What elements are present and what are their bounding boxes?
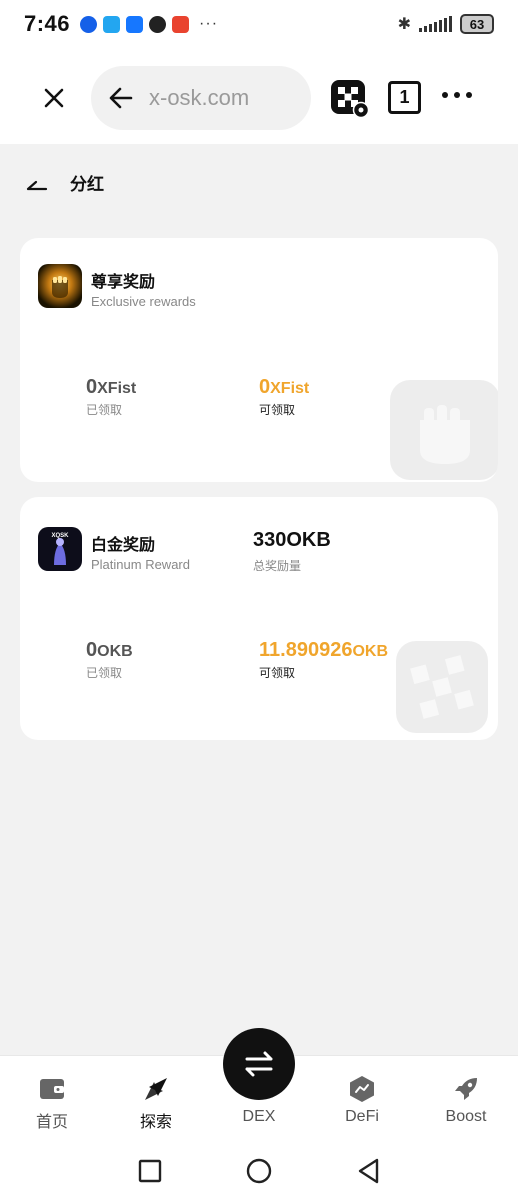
nav-label: 探索 [139, 1114, 172, 1131]
url-text[interactable]: x-osk.com [149, 85, 249, 111]
swap-icon [245, 1051, 273, 1077]
status-app-icons: ··· [80, 15, 218, 33]
signal-icon [419, 16, 452, 32]
nav-item-home[interactable]: 首页 [12, 1074, 92, 1132]
nav-item-explore[interactable]: 探索 [116, 1074, 196, 1132]
bank-app-icon [172, 15, 190, 33]
home-circle-icon[interactable] [245, 1157, 273, 1185]
wallet-icon [40, 1079, 64, 1099]
claimed-label: 已领取 [86, 666, 123, 680]
platinum-reward-card: XQSK 白金奖励 Platinum Reward 330OKB 总奖励量 0O… [20, 497, 498, 740]
rocket-icon [455, 1078, 477, 1100]
battery-icon: 63 [460, 14, 494, 34]
close-icon[interactable] [40, 84, 68, 112]
okx-logo-icon[interactable] [331, 80, 369, 118]
alipay-app-icon [126, 15, 144, 33]
page-title: 分红 [70, 175, 104, 194]
exclusive-rewards-card: 尊享奖励 Exclusive rewards 0XFist 已领取 0XFist… [20, 238, 498, 482]
arrow-left-icon[interactable] [107, 84, 135, 112]
card-subtitle: Platinum Reward [91, 557, 190, 572]
platinum-logo-icon: XQSK [38, 527, 82, 571]
okx-watermark-icon [396, 641, 488, 733]
claimed-amount: 0OKB [86, 639, 133, 661]
fist-logo-icon [38, 264, 82, 308]
status-right: ✱ 63 [398, 14, 494, 34]
claimed-label: 已领取 [86, 403, 123, 417]
nav-item-boost[interactable]: Boost [426, 1074, 506, 1126]
claimable-stat: 0XFist 可领取 [259, 376, 309, 418]
claimed-stat: 0XFist 已领取 [86, 376, 136, 418]
claimed-amount: 0XFist [86, 376, 137, 398]
defi-icon [350, 1076, 374, 1102]
card-subtitle: Exclusive rewards [91, 294, 196, 309]
bottom-navigation: 首页 探索 DEX DeFi Boost [0, 1028, 518, 1145]
card-title: 白金奖励 [91, 537, 156, 554]
nav-label: DeFi [345, 1108, 379, 1125]
bluetooth-icon: ✱ [397, 16, 411, 33]
recents-square-icon[interactable] [136, 1157, 164, 1185]
tab-count-button[interactable]: 1 [388, 81, 421, 114]
back-triangle-icon[interactable] [355, 1157, 383, 1185]
qq-app-icon [149, 15, 167, 33]
nav-item-defi[interactable]: DeFi [322, 1074, 402, 1126]
system-navigation-bar [0, 1145, 518, 1200]
dex-swap-button[interactable] [223, 1028, 295, 1100]
browser-toolbar: x-osk.com 1 [0, 48, 518, 144]
compass-icon [145, 1078, 167, 1100]
message-app-icon [103, 15, 121, 33]
status-more-icon: ··· [199, 15, 219, 32]
claimable-amount: 0XFist [259, 376, 310, 398]
total-reward-amount: 330OKB [253, 529, 331, 551]
status-bar: 7:46 ··· ✱ 63 [0, 0, 518, 48]
back-arrow-icon[interactable] [24, 171, 48, 195]
total-reward-label: 总奖励量 [253, 559, 302, 573]
more-menu-icon[interactable] [442, 92, 472, 98]
nav-label: Boost [445, 1108, 487, 1125]
claimable-label: 可领取 [259, 403, 296, 417]
claimable-amount: 11.890926OKB [259, 639, 388, 661]
status-time: 7:46 [24, 11, 71, 36]
url-bar[interactable]: x-osk.com [91, 66, 311, 130]
browser-app-icon [80, 15, 98, 33]
card-title: 尊享奖励 [91, 274, 156, 291]
claimable-stat: 11.890926OKB 可领取 [259, 639, 388, 681]
nav-label: 首页 [35, 1114, 68, 1131]
page-header: 分红 [24, 170, 104, 195]
claimable-label: 可领取 [259, 666, 296, 680]
nav-label[interactable]: DEX [223, 1108, 295, 1126]
fist-watermark-icon [390, 380, 498, 480]
claimed-stat: 0OKB 已领取 [86, 639, 133, 681]
